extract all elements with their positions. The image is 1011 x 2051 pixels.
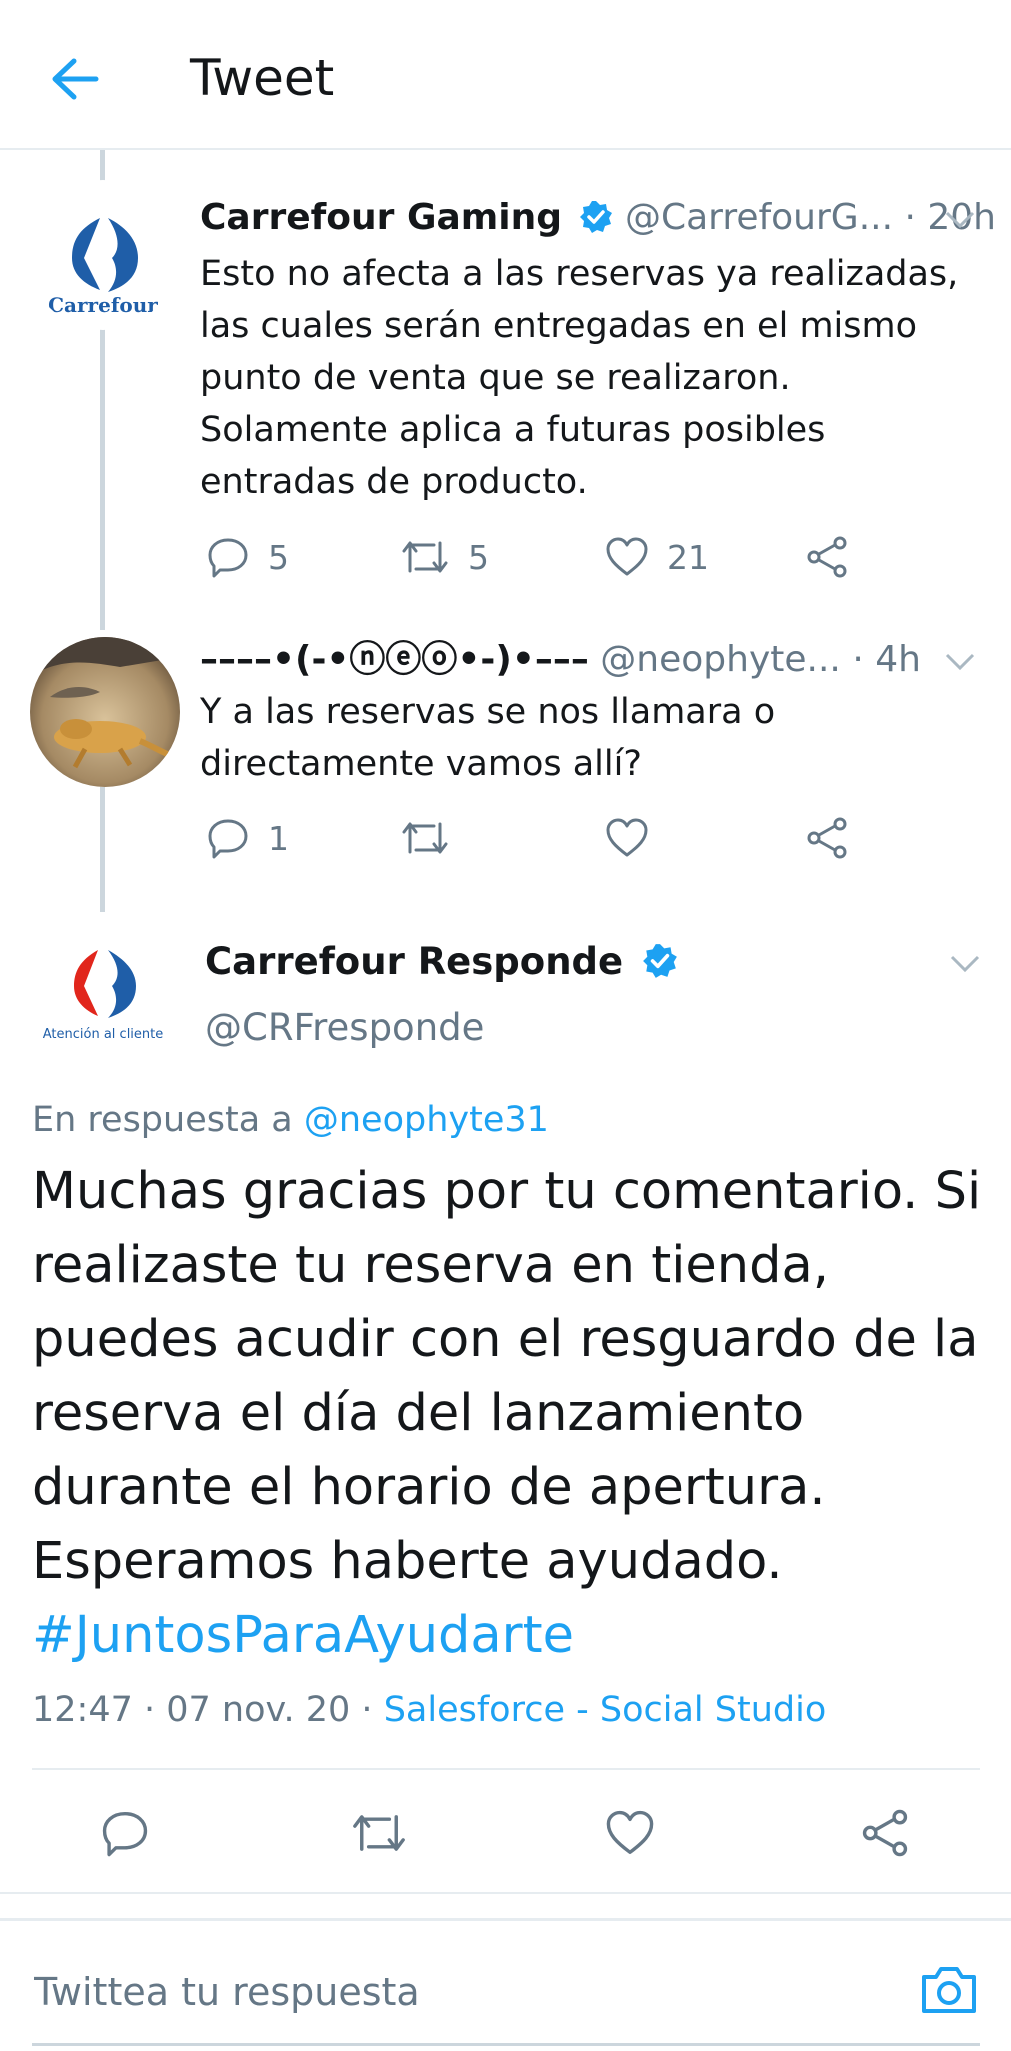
like-button[interactable]: 21 xyxy=(605,527,709,587)
author-handle[interactable]: @CRFresponde xyxy=(205,1006,484,1049)
share-button[interactable] xyxy=(860,1803,910,1863)
like-icon xyxy=(606,537,648,576)
thread-line xyxy=(100,785,105,920)
reply-button[interactable]: 1 xyxy=(206,808,289,868)
tweet-time: · 4h xyxy=(852,639,921,680)
tweet-header: ––––•(-•ⓝⓔⓞ•-)•––– @neophyte... · 4h xyxy=(200,638,921,682)
avatar-neophyte[interactable] xyxy=(30,637,180,787)
share-button[interactable] xyxy=(805,808,849,868)
retweet-button[interactable]: 5 xyxy=(400,527,489,587)
share-icon xyxy=(862,1809,908,1857)
divider xyxy=(32,1768,980,1770)
main-tweet-text: Muchas gracias por tu comentario. Si rea… xyxy=(32,1155,982,1673)
author-handle[interactable]: @neophyte... xyxy=(600,639,841,680)
tweet-metadata: 12:47 · 07 nov. 20 · Salesforce - Social… xyxy=(32,1688,826,1732)
verified-icon xyxy=(579,201,612,233)
main-tweet-handle-row: @CRFresponde xyxy=(205,1006,484,1051)
lizard-photo-icon xyxy=(30,637,180,787)
reply-composer xyxy=(0,1918,1011,2051)
avatar-carrefour-gaming[interactable]: Carrefour xyxy=(28,180,178,330)
retweet-icon xyxy=(353,1815,405,1851)
retweet-count: 5 xyxy=(468,537,489,577)
chevron-down-icon xyxy=(945,653,975,671)
like-button[interactable] xyxy=(605,808,649,868)
share-button[interactable] xyxy=(805,527,849,587)
reply-icon xyxy=(208,538,248,578)
tweet-header: Carrefour Gaming @CarrefourG... · 20h xyxy=(200,196,996,240)
reply-to-link[interactable]: @neophyte31 xyxy=(304,1100,549,1140)
reply-context: En respuesta a @neophyte31 xyxy=(32,1098,549,1142)
like-icon xyxy=(606,818,648,857)
page-title: Tweet xyxy=(190,49,335,107)
back-arrow-icon xyxy=(52,58,99,100)
like-button[interactable] xyxy=(605,1803,655,1863)
carrefour-logo-icon: Carrefour xyxy=(48,218,158,317)
verified-icon xyxy=(642,944,677,978)
reply-count: 5 xyxy=(268,537,289,577)
tweet-actions: 1 xyxy=(200,808,860,868)
svg-text:Carrefour: Carrefour xyxy=(48,293,158,317)
avatar-carrefour-responde[interactable]: Atención al cliente xyxy=(28,912,178,1062)
author-handle[interactable]: @CarrefourG... xyxy=(625,197,893,238)
main-tweet-actions xyxy=(0,1803,1011,1863)
tweet-text: Y a las reservas se nos llamara o direct… xyxy=(200,692,776,784)
author-name[interactable]: Carrefour Gaming xyxy=(200,197,562,238)
tweet-text: Esto no afecta a las reservas ya realiza… xyxy=(200,254,959,502)
share-icon xyxy=(807,536,847,578)
svg-text:Atención al cliente: Atención al cliente xyxy=(43,1027,164,1042)
main-tweet-body: Muchas gracias por tu comentario. Si rea… xyxy=(32,1162,982,1591)
top-bar: Tweet xyxy=(0,0,1011,150)
main-tweet-author: Carrefour Responde xyxy=(205,940,679,985)
chevron-down-icon xyxy=(945,211,975,229)
retweet-icon xyxy=(402,541,448,573)
reply-icon xyxy=(102,1811,148,1857)
camera-button[interactable] xyxy=(918,1959,980,2021)
like-icon xyxy=(606,1810,654,1855)
share-icon xyxy=(807,817,847,859)
retweet-button[interactable] xyxy=(350,1803,408,1863)
tweet-actions: 5 5 21 xyxy=(200,527,860,587)
like-count: 21 xyxy=(667,537,709,577)
reply-prefix: En respuesta a xyxy=(32,1100,293,1140)
retweet-button[interactable] xyxy=(400,808,450,868)
reply-underline xyxy=(32,2043,980,2046)
tweet-menu-button[interactable] xyxy=(940,200,980,240)
back-button[interactable] xyxy=(40,44,110,114)
camera-icon xyxy=(922,1967,976,2013)
carrefour-responde-logo-icon: Atención al cliente xyxy=(43,950,164,1042)
reply-button[interactable]: 5 xyxy=(206,527,289,587)
reply-icon xyxy=(208,819,248,859)
reply-input[interactable] xyxy=(32,1961,896,2023)
retweet-icon xyxy=(402,822,448,854)
hashtag-link[interactable]: #JuntosParaAyudarte xyxy=(32,1606,574,1665)
tweet-menu-button[interactable] xyxy=(945,944,985,984)
author-name[interactable]: ––––•(-•ⓝⓔⓞ•-)•––– xyxy=(200,639,589,680)
reply-button[interactable] xyxy=(100,1803,150,1863)
reply-count: 1 xyxy=(268,818,289,858)
divider xyxy=(0,1892,1011,1894)
source-link[interactable]: Salesforce - Social Studio xyxy=(384,1690,827,1730)
author-name[interactable]: Carrefour Responde xyxy=(205,940,623,983)
chevron-down-icon xyxy=(950,955,980,973)
tweet-menu-button[interactable] xyxy=(940,642,980,682)
tweet-timestamp: 12:47 · 07 nov. 20 · xyxy=(32,1690,373,1730)
